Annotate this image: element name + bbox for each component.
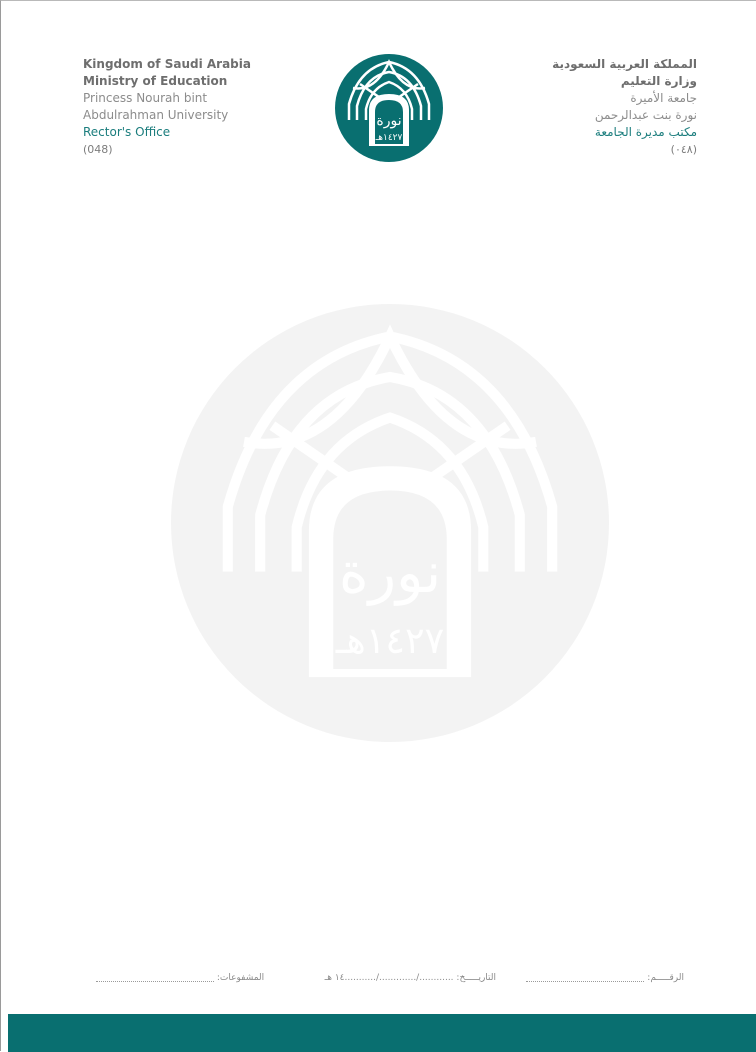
english-header: Kingdom of Saudi Arabia Ministry of Educ… <box>83 56 323 158</box>
number-label: الرقـــــم: <box>647 973 684 983</box>
letterhead-page: Kingdom of Saudi Arabia Ministry of Educ… <box>0 0 756 1052</box>
logo-calligraphy: نورة <box>376 113 401 129</box>
watermark-year: ١٤٢٧هـ <box>335 619 444 662</box>
arabic-header: المملكة العربية السعودية وزارة التعليم ج… <box>457 56 697 158</box>
attachments-field: المشفوعات: <box>96 973 264 983</box>
phone-code-en: (048) <box>83 143 113 156</box>
date-label: التاريـــــخ: <box>456 973 496 983</box>
ministry-en: Ministry of Education <box>83 74 228 88</box>
date-field: التاريـــــخ: ............/.............… <box>325 973 496 983</box>
university-ar-line1: جامعة الأميرة <box>630 91 697 105</box>
university-en-line2: Abdulrahman University <box>83 108 229 122</box>
university-ar-line2: نورة بنت عبدالرحمن <box>594 108 697 122</box>
number-field: الرقـــــم: <box>526 973 684 983</box>
kingdom-en: Kingdom of Saudi Arabia <box>83 57 251 71</box>
attachments-input-line[interactable] <box>96 973 214 982</box>
kingdom-ar: المملكة العربية السعودية <box>552 57 697 71</box>
office-ar: مكتب مديرة الجامعة <box>594 125 697 139</box>
watermark-calligraphy: نورة <box>339 540 441 606</box>
watermark-logo: نورة ١٤٢٧هـ <box>171 304 609 742</box>
office-en: Rector's Office <box>83 125 171 139</box>
number-input-line[interactable] <box>526 973 645 982</box>
date-pattern[interactable]: ............/............./...........١٤… <box>325 973 454 983</box>
footer-bar <box>8 1014 756 1052</box>
phone-code-ar: (٠٤٨) <box>670 143 697 156</box>
ministry-ar: وزارة التعليم <box>620 74 697 88</box>
logo-year: ١٤٢٧هـ <box>375 133 403 143</box>
university-logo: نورة ١٤٢٧هـ <box>335 54 443 162</box>
reference-fields: الرقـــــم: التاريـــــخ: ............/.… <box>96 973 696 989</box>
attachments-label: المشفوعات: <box>216 973 265 983</box>
university-en-line1: Princess Nourah bint <box>83 91 208 105</box>
